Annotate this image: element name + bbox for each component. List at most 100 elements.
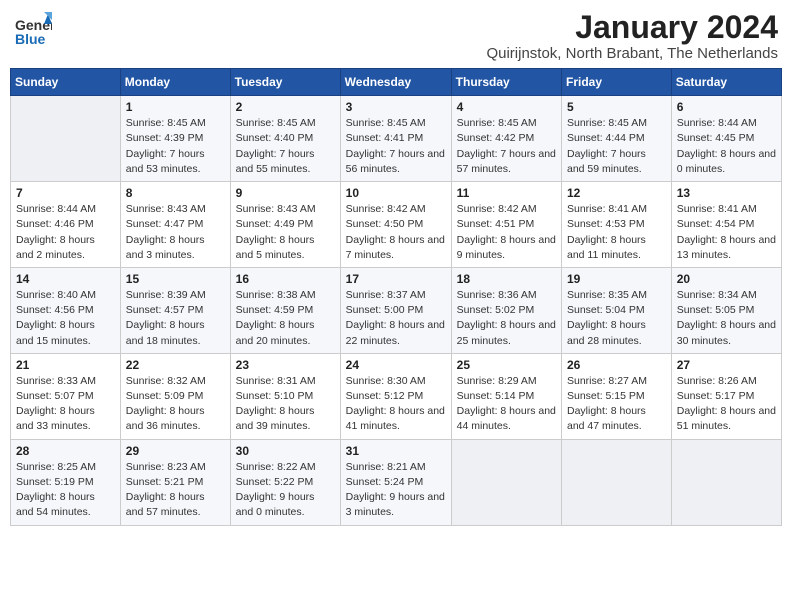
day-number: 2 (236, 100, 335, 114)
day-number: 3 (346, 100, 446, 114)
day-info: Sunrise: 8:31 AMSunset: 5:10 PMDaylight:… (236, 374, 335, 435)
svg-text:Blue: Blue (15, 31, 46, 47)
weekday-header: Wednesday (340, 69, 451, 96)
day-number: 10 (346, 186, 446, 200)
calendar-cell: 19 Sunrise: 8:35 AMSunset: 5:04 PMDayligh… (562, 267, 672, 353)
title-section: January 2024 Quirijnstok, North Brabant,… (486, 10, 778, 62)
day-number: 6 (677, 100, 776, 114)
calendar-cell: 24Sunrise: 8:30 AMSunset: 5:12 PMDayligh… (340, 353, 451, 439)
calendar-cell: 15 Sunrise: 8:39 AMSunset: 4:57 PMDayligh… (120, 267, 230, 353)
day-info: Sunrise: 8:44 AMSunset: 4:46 PMDaylight:… (16, 202, 115, 263)
day-info: Sunrise: 8:26 AMSunset: 5:17 PMDaylight:… (677, 374, 776, 435)
day-number: 17 (346, 272, 446, 286)
weekday-header: Sunday (11, 69, 121, 96)
day-number: 5 (567, 100, 666, 114)
calendar-week-row: 7 Sunrise: 8:44 AMSunset: 4:46 PMDaylight… (11, 182, 782, 268)
day-number: 9 (236, 186, 335, 200)
calendar-week-row: 21Sunrise: 8:33 AMSunset: 5:07 PMDayligh… (11, 353, 782, 439)
day-number: 13 (677, 186, 776, 200)
day-info: Sunrise: 8:43 AMSunset: 4:49 PMDaylight:… (236, 202, 335, 263)
calendar-cell: 8 Sunrise: 8:43 AMSunset: 4:47 PMDaylight… (120, 182, 230, 268)
day-number: 19 (567, 272, 666, 286)
day-info: Sunrise: 8:45 AMSunset: 4:44 PMDaylight:… (567, 116, 666, 177)
day-info: Sunrise: 8:42 AMSunset: 4:50 PMDaylight:… (346, 202, 446, 263)
calendar-cell: 9 Sunrise: 8:43 AMSunset: 4:49 PMDaylight… (230, 182, 340, 268)
day-info: Sunrise: 8:30 AMSunset: 5:12 PMDaylight:… (346, 374, 446, 435)
weekday-header: Tuesday (230, 69, 340, 96)
calendar-cell: 16Sunrise: 8:38 AMSunset: 4:59 PMDayligh… (230, 267, 340, 353)
day-info: Sunrise: 8:45 AMSunset: 4:40 PMDaylight:… (236, 116, 335, 177)
logo: General Blue (14, 10, 52, 48)
calendar-cell: 14 Sunrise: 8:40 AMSunset: 4:56 PMDayligh… (11, 267, 121, 353)
calendar-week-row: 1 Sunrise: 8:45 AMSunset: 4:39 PMDaylight… (11, 96, 782, 182)
day-info: Sunrise: 8:45 AMSunset: 4:42 PMDaylight:… (457, 116, 556, 177)
day-info: Sunrise: 8:39 AMSunset: 4:57 PMDaylight:… (126, 288, 225, 349)
day-info: Sunrise: 8:32 AMSunset: 5:09 PMDaylight:… (126, 374, 225, 435)
day-info: Sunrise: 8:22 AMSunset: 5:22 PMDaylight:… (236, 460, 335, 521)
calendar-cell: 22 Sunrise: 8:32 AMSunset: 5:09 PMDayligh… (120, 353, 230, 439)
day-info: Sunrise: 8:36 AMSunset: 5:02 PMDaylight:… (457, 288, 556, 349)
day-info: Sunrise: 8:41 AMSunset: 4:54 PMDaylight:… (677, 202, 776, 263)
day-number: 26 (567, 358, 666, 372)
calendar-cell: 3Sunrise: 8:45 AMSunset: 4:41 PMDaylight… (340, 96, 451, 182)
calendar-cell: 20 Sunrise: 8:34 AMSunset: 5:05 PMDayligh… (671, 267, 781, 353)
day-info: Sunrise: 8:42 AMSunset: 4:51 PMDaylight:… (457, 202, 556, 263)
day-info: Sunrise: 8:41 AMSunset: 4:53 PMDaylight:… (567, 202, 666, 263)
day-info: Sunrise: 8:29 AMSunset: 5:14 PMDaylight:… (457, 374, 556, 435)
day-info: Sunrise: 8:34 AMSunset: 5:05 PMDaylight:… (677, 288, 776, 349)
calendar-cell: 18 Sunrise: 8:36 AMSunset: 5:02 PMDayligh… (451, 267, 561, 353)
calendar-cell: 27Sunrise: 8:26 AMSunset: 5:17 PMDayligh… (671, 353, 781, 439)
calendar-cell: 11Sunrise: 8:42 AMSunset: 4:51 PMDayligh… (451, 182, 561, 268)
calendar-cell (562, 439, 672, 525)
day-number: 25 (457, 358, 556, 372)
calendar-cell: 21Sunrise: 8:33 AMSunset: 5:07 PMDayligh… (11, 353, 121, 439)
calendar-cell: 25 Sunrise: 8:29 AMSunset: 5:14 PMDayligh… (451, 353, 561, 439)
calendar-week-row: 14 Sunrise: 8:40 AMSunset: 4:56 PMDayligh… (11, 267, 782, 353)
day-info: Sunrise: 8:43 AMSunset: 4:47 PMDaylight:… (126, 202, 225, 263)
calendar-cell: 12 Sunrise: 8:41 AMSunset: 4:53 PMDayligh… (562, 182, 672, 268)
day-info: Sunrise: 8:21 AMSunset: 5:24 PMDaylight:… (346, 460, 446, 521)
day-info: Sunrise: 8:37 AMSunset: 5:00 PMDaylight:… (346, 288, 446, 349)
calendar-cell: 13 Sunrise: 8:41 AMSunset: 4:54 PMDayligh… (671, 182, 781, 268)
calendar-week-row: 28Sunrise: 8:25 AMSunset: 5:19 PMDayligh… (11, 439, 782, 525)
calendar-cell: 28Sunrise: 8:25 AMSunset: 5:19 PMDayligh… (11, 439, 121, 525)
weekday-header: Saturday (671, 69, 781, 96)
calendar-cell: 31Sunrise: 8:21 AMSunset: 5:24 PMDayligh… (340, 439, 451, 525)
calendar-cell: 26Sunrise: 8:27 AMSunset: 5:15 PMDayligh… (562, 353, 672, 439)
calendar-cell: 4Sunrise: 8:45 AMSunset: 4:42 PMDaylight… (451, 96, 561, 182)
calendar-cell: 5 Sunrise: 8:45 AMSunset: 4:44 PMDaylight… (562, 96, 672, 182)
day-number: 14 (16, 272, 115, 286)
weekday-header: Monday (120, 69, 230, 96)
day-number: 12 (567, 186, 666, 200)
day-number: 7 (16, 186, 115, 200)
day-info: Sunrise: 8:45 AMSunset: 4:39 PMDaylight:… (126, 116, 225, 177)
calendar-table: SundayMondayTuesdayWednesdayThursdayFrid… (10, 68, 782, 525)
calendar-cell: 30Sunrise: 8:22 AMSunset: 5:22 PMDayligh… (230, 439, 340, 525)
month-title: January 2024 (486, 10, 778, 45)
day-number: 8 (126, 186, 225, 200)
day-number: 22 (126, 358, 225, 372)
day-number: 23 (236, 358, 335, 372)
page-header: General Blue January 2024 Quirijnstok, N… (10, 10, 782, 62)
day-number: 1 (126, 100, 225, 114)
day-info: Sunrise: 8:44 AMSunset: 4:45 PMDaylight:… (677, 116, 776, 177)
day-info: Sunrise: 8:38 AMSunset: 4:59 PMDaylight:… (236, 288, 335, 349)
calendar-cell: 6 Sunrise: 8:44 AMSunset: 4:45 PMDaylight… (671, 96, 781, 182)
calendar-cell: 29 Sunrise: 8:23 AMSunset: 5:21 PMDayligh… (120, 439, 230, 525)
calendar-cell: 2 Sunrise: 8:45 AMSunset: 4:40 PMDaylight… (230, 96, 340, 182)
location-title: Quirijnstok, North Brabant, The Netherla… (486, 45, 778, 62)
logo-icon: General Blue (14, 10, 52, 48)
day-number: 18 (457, 272, 556, 286)
day-number: 20 (677, 272, 776, 286)
day-number: 15 (126, 272, 225, 286)
calendar-cell (451, 439, 561, 525)
calendar-cell: 23 Sunrise: 8:31 AMSunset: 5:10 PMDayligh… (230, 353, 340, 439)
weekday-header: Friday (562, 69, 672, 96)
day-number: 29 (126, 444, 225, 458)
calendar-cell: 7 Sunrise: 8:44 AMSunset: 4:46 PMDaylight… (11, 182, 121, 268)
day-info: Sunrise: 8:33 AMSunset: 5:07 PMDaylight:… (16, 374, 115, 435)
day-info: Sunrise: 8:23 AMSunset: 5:21 PMDaylight:… (126, 460, 225, 521)
day-info: Sunrise: 8:25 AMSunset: 5:19 PMDaylight:… (16, 460, 115, 521)
day-info: Sunrise: 8:40 AMSunset: 4:56 PMDaylight:… (16, 288, 115, 349)
day-info: Sunrise: 8:35 AMSunset: 5:04 PMDaylight:… (567, 288, 666, 349)
